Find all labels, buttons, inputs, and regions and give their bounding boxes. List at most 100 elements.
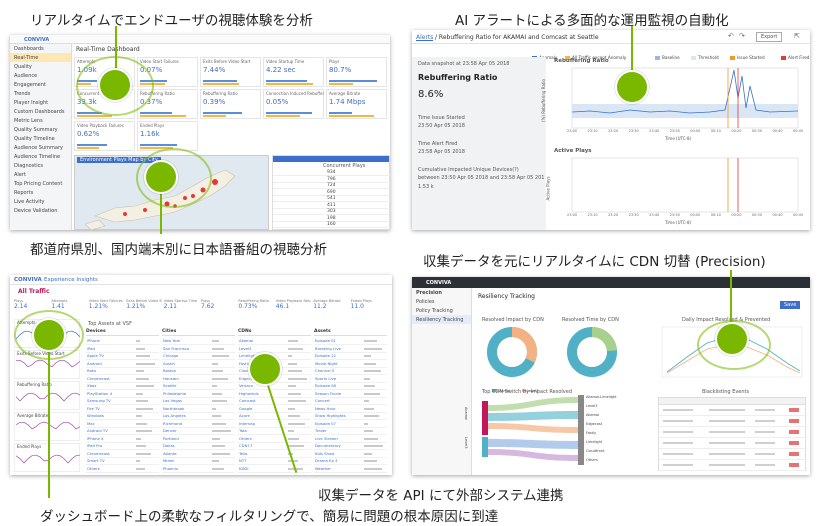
traffic-filter[interactable]: All Traffic: [18, 288, 50, 295]
table-row[interactable]: Mac: [86, 421, 159, 428]
sidebar-item[interactable]: Audience Summary: [10, 143, 71, 152]
table-row[interactable]: Show Highlights: [314, 413, 387, 420]
table-row[interactable]: Xbox: [86, 383, 159, 390]
undo-icon[interactable]: ↶: [728, 32, 734, 40]
sidebar-item[interactable]: Metric Lens: [10, 116, 71, 125]
table-row[interactable]: Chromecast: [86, 451, 159, 458]
table-row[interactable]: Android TV: [86, 428, 159, 435]
table-row[interactable]: Portland: [162, 436, 235, 443]
table-row[interactable]: Dallas: [162, 443, 235, 450]
kpi-tile[interactable]: Video Start Failures 1.21%: [89, 299, 124, 315]
mini-chart[interactable]: Average Bitrate: [14, 412, 81, 441]
table-row[interactable]: Drama Ep 3: [314, 458, 387, 465]
table-row[interactable]: Others: [86, 466, 159, 473]
event-row[interactable]: [659, 450, 807, 460]
sidebar-item[interactable]: Top Pricing Content: [10, 179, 71, 188]
sidebar-item[interactable]: Reports: [10, 188, 71, 197]
event-row[interactable]: [659, 461, 807, 471]
mini-chart[interactable]: Rebuffering Ratio: [14, 381, 81, 410]
breadcrumb-alerts-link[interactable]: Alerts: [416, 34, 433, 41]
metric-tile[interactable]: Ended Plays 1.16k: [137, 121, 198, 151]
table-row[interactable]: Samsung TV: [86, 398, 159, 405]
event-row[interactable]: [659, 417, 807, 427]
table-row[interactable]: Channel 5: [314, 368, 387, 375]
sidebar-item[interactable]: Quality Timeline: [10, 134, 71, 143]
sidebar-item[interactable]: Custom Dashboards: [10, 107, 71, 116]
table-row[interactable]: Season Finale: [314, 391, 387, 398]
metric-tile[interactable]: Video Startup Time 4.22 sec: [263, 57, 324, 87]
table-row[interactable]: PlayStation 4: [86, 391, 159, 398]
table-row[interactable]: Sports Live: [314, 376, 387, 383]
table-row[interactable]: NTT: [238, 458, 311, 465]
metric-tile[interactable]: Plays 80.7%: [326, 57, 387, 87]
table-row[interactable]: Concert: [314, 398, 387, 405]
table-row[interactable]: Las Vegas: [162, 398, 235, 405]
table-row[interactable]: Atlanta: [162, 451, 235, 458]
kpi-tile[interactable]: Ended Plays 11.0: [351, 299, 386, 315]
table-row[interactable]: Houston: [162, 376, 235, 383]
table-row[interactable]: Others: [238, 436, 311, 443]
table-row[interactable]: Documentary: [314, 443, 387, 450]
table-row[interactable]: iPhone X: [86, 436, 159, 443]
table-row[interactable]: Richmond: [162, 421, 235, 428]
table-row[interactable]: Tata: [238, 428, 311, 435]
sidebar-item[interactable]: Audience Timeline: [10, 152, 71, 161]
table-row[interactable]: Azure: [238, 413, 311, 420]
table-row[interactable]: Episode 08: [314, 383, 387, 390]
event-row[interactable]: [659, 406, 807, 416]
metric-tile[interactable]: Average Bitrate 1.74 Mbps: [326, 89, 387, 119]
sidebar-item[interactable]: Alert: [10, 170, 71, 179]
table-row[interactable]: Smart TV: [86, 458, 159, 465]
kpi-tile[interactable]: Plays 7.62: [201, 299, 236, 315]
table-row[interactable]: Philadelphia: [162, 391, 235, 398]
table-row[interactable]: Movie Night: [314, 361, 387, 368]
kpi-tile[interactable]: Rebuffering Ratio 0.73%: [238, 299, 273, 315]
export-button[interactable]: Export: [756, 32, 783, 42]
column-header[interactable]: CDNs: [238, 329, 311, 336]
table-row[interactable]: KDDI: [238, 466, 311, 473]
sidebar-item[interactable]: Trends: [10, 89, 71, 98]
table-row[interactable]: Level3: [238, 346, 311, 353]
table-row[interactable]: Akamai: [238, 338, 311, 345]
table-row[interactable]: Trailer: [314, 428, 387, 435]
kpi-tile[interactable]: Video Startup Time 2.11: [164, 299, 199, 315]
table-row[interactable]: Chicago: [162, 353, 235, 360]
column-header[interactable]: Assets: [314, 329, 387, 336]
sidebar-item[interactable]: Diagnostics: [10, 161, 71, 170]
table-row[interactable]: Episode 01: [314, 338, 387, 345]
column-header[interactable]: Devices: [86, 329, 159, 336]
table-row[interactable]: News Hour: [314, 406, 387, 413]
table-row[interactable]: Roku: [86, 368, 159, 375]
table-row[interactable]: Fire TV: [86, 406, 159, 413]
kpi-tile[interactable]: Video Playback Failures46.1: [276, 299, 311, 315]
table-row[interactable]: Miami: [162, 458, 235, 465]
table-row[interactable]: iPad Pro: [86, 443, 159, 450]
table-row[interactable]: Breaking Live: [314, 346, 387, 353]
table-row[interactable]: Phoenix: [162, 466, 235, 473]
table-row[interactable]: Seattle: [162, 383, 235, 390]
sidebar-item[interactable]: Dashboards: [10, 44, 71, 53]
sidebar-item[interactable]: Quality: [10, 62, 71, 71]
table-row[interactable]: Austin: [162, 361, 235, 368]
redo-icon[interactable]: ↷: [739, 32, 745, 40]
table-row[interactable]: Chromecast: [86, 376, 159, 383]
sidebar-item[interactable]: Engagement: [10, 80, 71, 89]
kpi-tile[interactable]: Exits Before Video Start1.21%: [126, 299, 161, 315]
table-row[interactable]: Denver: [162, 428, 235, 435]
share-icon[interactable]: ⇱: [794, 32, 800, 40]
table-row[interactable]: Verizon: [238, 383, 311, 390]
table-row[interactable]: Weather: [314, 466, 387, 473]
metric-tile[interactable]: Connection Induced Rebuffering Ratio 0.05…: [263, 89, 324, 119]
table-row[interactable]: Northbrook: [162, 406, 235, 413]
table-row[interactable]: Internap: [238, 421, 311, 428]
table-row[interactable]: Kids Show: [314, 451, 387, 458]
sidebar-item-realtime[interactable]: Real-Time: [10, 53, 71, 62]
metric-tile[interactable]: Exits Before Video Start 7.44%: [200, 57, 261, 87]
metric-tile[interactable]: Video Playback Failures 0.62%: [74, 121, 135, 151]
table-row[interactable]: Los Angeles: [162, 413, 235, 420]
table-row[interactable]: New York: [162, 338, 235, 345]
sidebar-item[interactable]: Device Validation: [10, 206, 71, 215]
kpi-tile[interactable]: Average Bitrate 11.2: [313, 299, 348, 315]
event-row[interactable]: [659, 428, 807, 438]
table-row[interactable]: Live Stream: [314, 436, 387, 443]
